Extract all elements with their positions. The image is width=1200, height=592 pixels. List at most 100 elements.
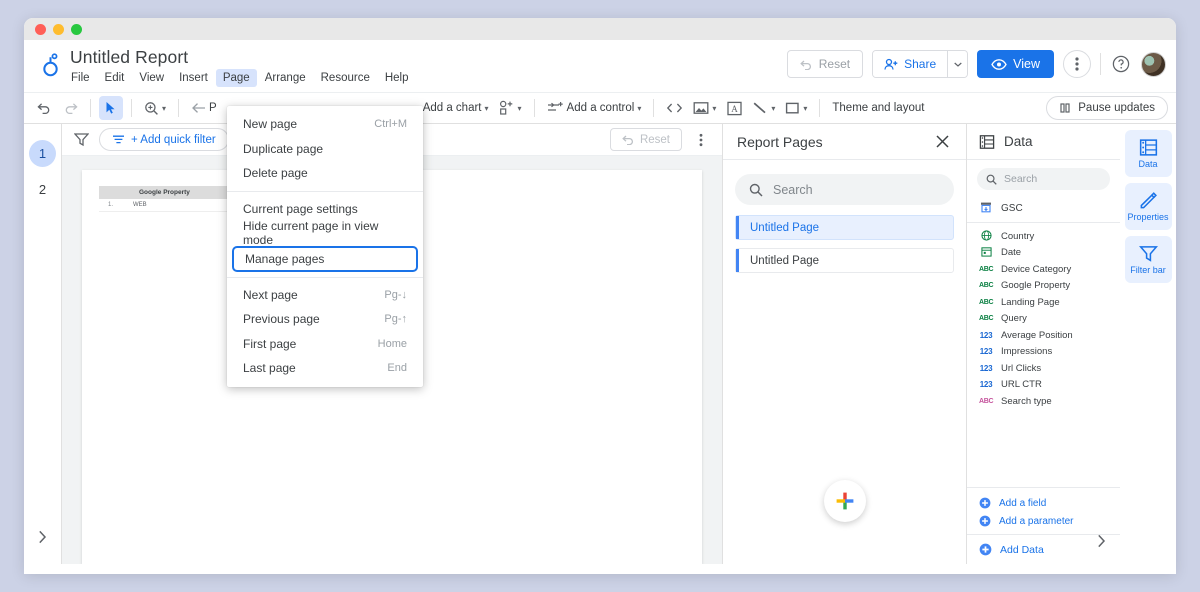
field-label: Landing Page bbox=[1001, 296, 1060, 308]
line-button[interactable]: ▾ bbox=[748, 96, 779, 120]
report-pages-search-input[interactable]: Search bbox=[735, 174, 954, 205]
image-button[interactable]: ▾ bbox=[689, 96, 720, 120]
window-maximize-button[interactable] bbox=[71, 23, 82, 35]
field-label: Device Category bbox=[1001, 263, 1072, 275]
data-panel-title: Data bbox=[1004, 134, 1033, 149]
menu-help[interactable]: Help bbox=[378, 69, 416, 87]
field-impressions[interactable]: 123 Impressions bbox=[967, 344, 1120, 361]
report-pages-title: Report Pages bbox=[737, 133, 823, 150]
expand-page-rail-button[interactable] bbox=[30, 524, 56, 550]
undo-icon bbox=[622, 135, 633, 145]
menu-edit[interactable]: Edit bbox=[98, 69, 132, 87]
field-label: URL CTR bbox=[1001, 379, 1042, 391]
community-visualization-button[interactable]: ▾ bbox=[495, 96, 526, 120]
canvas-reset-button[interactable]: Reset bbox=[609, 128, 682, 151]
menu-item-first-page[interactable]: First page Home bbox=[227, 332, 423, 357]
menu-item-label: Hide current page in view mode bbox=[243, 219, 379, 248]
menu-arrange[interactable]: Arrange bbox=[258, 69, 313, 87]
embed-code-button[interactable] bbox=[662, 96, 687, 120]
menu-item-current-page-settings[interactable]: Current page settings bbox=[227, 197, 423, 222]
chevron-down-icon: ▾ bbox=[771, 103, 776, 113]
field-device-category[interactable]: ABC Device Category bbox=[967, 261, 1120, 278]
field-label: Query bbox=[1001, 313, 1027, 325]
field-average-position[interactable]: 123 Average Position bbox=[967, 327, 1120, 344]
field-landing-page[interactable]: ABC Landing Page bbox=[967, 294, 1120, 311]
help-button[interactable] bbox=[1110, 53, 1132, 75]
menu-item-label: Delete page bbox=[243, 166, 308, 181]
menu-item-delete-page[interactable]: Delete page bbox=[227, 161, 423, 186]
field-label: Country bbox=[1001, 230, 1035, 242]
undo-button[interactable] bbox=[32, 96, 56, 120]
number-icon: 123 bbox=[979, 380, 993, 390]
page-thumb-1[interactable]: 1 bbox=[29, 140, 56, 167]
filter-icon[interactable] bbox=[74, 132, 89, 147]
field-query[interactable]: ABC Query bbox=[967, 311, 1120, 328]
menu-page[interactable]: Page bbox=[215, 69, 257, 87]
field-date[interactable]: Date bbox=[967, 245, 1120, 262]
rail-button-data[interactable]: Data bbox=[1124, 130, 1172, 177]
control-sliders-icon bbox=[547, 102, 563, 111]
field-google-property[interactable]: ABC Google Property bbox=[967, 278, 1120, 295]
menu-item-duplicate-page[interactable]: Duplicate page bbox=[227, 137, 423, 162]
back-button[interactable]: P bbox=[187, 96, 221, 120]
data-search-input[interactable]: Search bbox=[977, 168, 1110, 190]
menu-item-next-page[interactable]: Next page Pg-↓ bbox=[227, 283, 423, 308]
menu-item-previous-page[interactable]: Previous page Pg-↑ bbox=[227, 307, 423, 332]
menu-item-hide-current-page[interactable]: Hide current page in view mode bbox=[227, 219, 423, 248]
add-chart-button[interactable]: Add a chart ▾ bbox=[419, 96, 493, 120]
rail-button-filter-bar[interactable]: Filter bar bbox=[1124, 236, 1172, 283]
share-dropdown-button[interactable] bbox=[947, 51, 968, 77]
menu-item-manage-pages[interactable]: Manage pages bbox=[232, 245, 418, 272]
report-page-item-1[interactable]: Untitled Page bbox=[735, 215, 954, 240]
number-icon: 123 bbox=[979, 330, 993, 340]
add-field-button[interactable]: Add a field bbox=[967, 494, 1120, 512]
redo-button[interactable] bbox=[58, 96, 82, 120]
theme-and-layout-button[interactable]: Theme and layout bbox=[828, 96, 928, 120]
add-page-button[interactable] bbox=[823, 480, 866, 522]
view-button[interactable]: View bbox=[977, 50, 1054, 78]
header-actions: Reset Share View bbox=[786, 50, 1166, 78]
share-button[interactable]: Share bbox=[873, 51, 948, 77]
rail-label-data: Data bbox=[1138, 159, 1158, 169]
field-search-type[interactable]: ABC Search type bbox=[967, 393, 1120, 410]
page-thumb-2[interactable]: 2 bbox=[29, 176, 56, 203]
zoom-tool-button[interactable]: ▾ bbox=[140, 96, 170, 120]
menu-item-new-page[interactable]: New page Ctrl+M bbox=[227, 112, 423, 137]
field-country[interactable]: Country bbox=[967, 228, 1120, 245]
menu-item-label: Current page settings bbox=[243, 201, 358, 216]
menu-view[interactable]: View bbox=[132, 69, 171, 87]
expand-data-panel-button[interactable] bbox=[1088, 528, 1114, 554]
data-source-item[interactable]: GSC bbox=[967, 198, 1120, 223]
canvas-more-button[interactable] bbox=[692, 133, 710, 147]
rail-label-properties: Properties bbox=[1127, 212, 1169, 222]
app-window: Untitled Report File Edit View Insert Pa… bbox=[24, 18, 1176, 574]
more-options-button[interactable] bbox=[1063, 50, 1091, 78]
text-box-button[interactable]: A bbox=[722, 96, 746, 120]
add-control-button[interactable]: Add a control ▾ bbox=[543, 96, 646, 120]
menu-item-label: Next page bbox=[243, 287, 298, 302]
menu-resource[interactable]: Resource bbox=[314, 69, 377, 87]
calendar-icon bbox=[979, 246, 993, 259]
window-close-button[interactable] bbox=[35, 23, 46, 35]
menu-insert[interactable]: Insert bbox=[172, 69, 215, 87]
search-icon bbox=[986, 174, 997, 185]
reset-button[interactable]: Reset bbox=[786, 50, 864, 78]
rail-button-properties[interactable]: Properties bbox=[1124, 183, 1172, 230]
close-report-pages-button[interactable] bbox=[932, 132, 952, 152]
add-quick-filter-button[interactable]: + Add quick filter bbox=[99, 128, 229, 151]
field-url-ctr[interactable]: 123 URL CTR bbox=[967, 377, 1120, 394]
toolbar-divider-3 bbox=[178, 99, 180, 117]
report-page-item-2[interactable]: Untitled Page bbox=[735, 248, 954, 273]
rectangle-button[interactable]: ▾ bbox=[781, 96, 811, 120]
share-label: Share bbox=[904, 57, 937, 71]
window-minimize-button[interactable] bbox=[53, 23, 64, 35]
field-url-clicks[interactable]: 123 Url Clicks bbox=[967, 360, 1120, 377]
menu-item-last-page[interactable]: Last page End bbox=[227, 356, 423, 381]
pause-updates-button[interactable]: Pause updates bbox=[1046, 96, 1168, 120]
add-control-label: Add a control bbox=[566, 102, 635, 114]
page-rail: 1 2 bbox=[24, 124, 62, 564]
select-tool-button[interactable] bbox=[99, 96, 123, 120]
back-label: P bbox=[209, 102, 217, 114]
avatar[interactable] bbox=[1141, 51, 1166, 77]
menu-file[interactable]: File bbox=[64, 69, 97, 87]
